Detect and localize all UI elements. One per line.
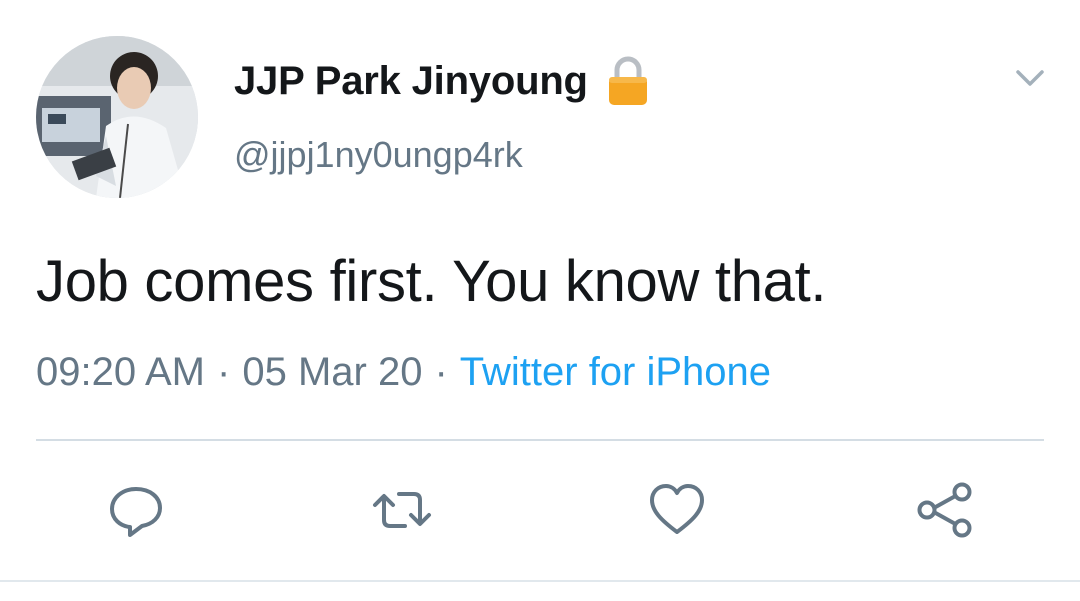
avatar[interactable]	[36, 36, 198, 198]
share-button[interactable]	[914, 480, 974, 540]
chevron-down-icon[interactable]	[1012, 60, 1048, 96]
avatar-photo	[36, 36, 198, 198]
share-icon	[917, 482, 972, 538]
tweet-meta: 09:20 AM · 05 Mar 20 · Twitter for iPhone	[36, 350, 771, 395]
retweet-button[interactable]	[372, 480, 432, 540]
divider	[36, 439, 1044, 441]
display-name-text: JJP Park Jinyoung	[234, 58, 588, 103]
tweet-date[interactable]: 05 Mar 20	[242, 350, 422, 394]
reply-icon	[110, 487, 162, 537]
like-button[interactable]	[647, 480, 707, 540]
tweet-text: Job comes first. You know that.	[36, 249, 827, 314]
lock-icon	[608, 56, 647, 105]
reply-button[interactable]	[106, 480, 166, 540]
meta-separator: ·	[217, 350, 231, 394]
bottom-divider	[0, 580, 1080, 582]
heart-icon	[650, 484, 704, 534]
tweet-card: JJP Park Jinyoung @jjpj1ny0ungp4rk Job c…	[0, 0, 1080, 601]
retweet-icon	[373, 492, 431, 528]
display-name[interactable]: JJP Park Jinyoung	[234, 56, 650, 106]
handle[interactable]: @jjpj1ny0ungp4rk	[234, 134, 523, 176]
meta-separator: ·	[434, 350, 448, 394]
tweet-time[interactable]: 09:20 AM	[36, 350, 205, 394]
tweet-source-link[interactable]: Twitter for iPhone	[460, 350, 771, 394]
